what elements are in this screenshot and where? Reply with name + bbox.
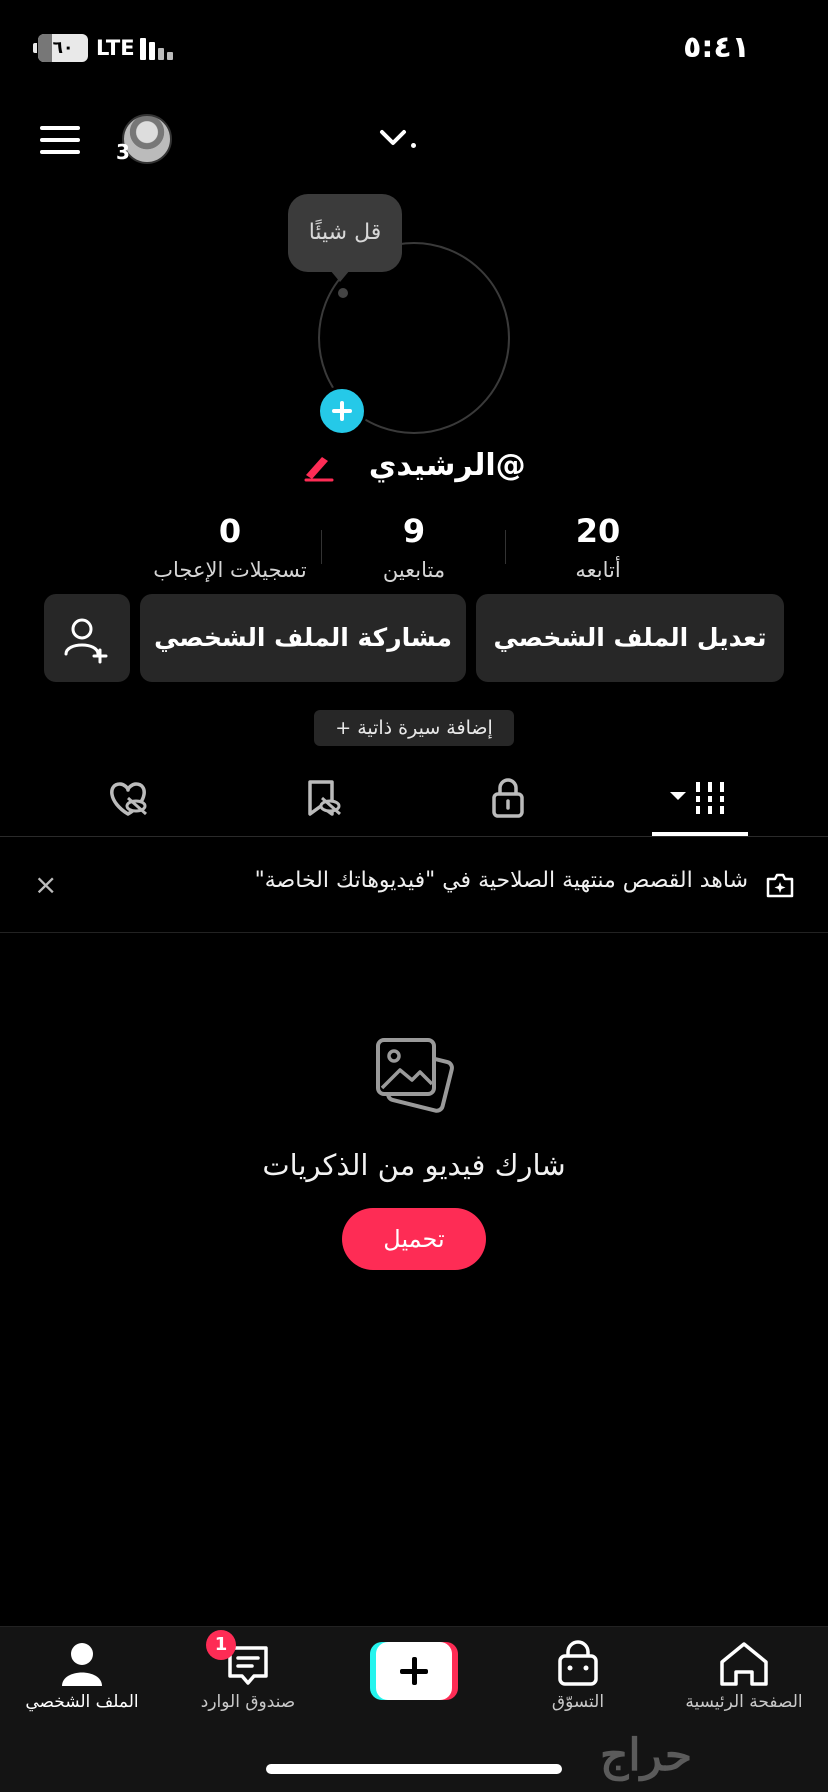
tabs-divider bbox=[0, 836, 828, 837]
upload-button[interactable]: تحميل bbox=[342, 1208, 486, 1270]
nav-inbox-label: صندوق الوارد bbox=[200, 1692, 296, 1712]
stat-likes[interactable]: 0 تسجيلات الإعجاب bbox=[140, 512, 320, 582]
shop-icon bbox=[558, 1640, 598, 1686]
create-icon bbox=[376, 1642, 452, 1700]
battery-level: ٦٠ bbox=[52, 38, 74, 58]
create-button[interactable] bbox=[370, 1642, 458, 1700]
username-row: @الرشيدي bbox=[0, 448, 828, 483]
empty-state-title: شارك فيديو من الذكريات bbox=[262, 1148, 566, 1182]
inbox-badge: 1 bbox=[206, 1630, 236, 1660]
edit-pencil-icon[interactable] bbox=[302, 451, 336, 483]
banner-divider bbox=[0, 932, 828, 933]
battery-icon: ٦٠ bbox=[33, 34, 88, 62]
inbox-icon bbox=[228, 1646, 268, 1685]
banner-message[interactable]: شاهد القصص منتهية الصلاحية في "فيديوهاتك… bbox=[255, 868, 748, 893]
add-user-icon bbox=[64, 618, 108, 664]
status-time: ٥:٤١ bbox=[683, 30, 750, 65]
tab-saved[interactable] bbox=[282, 770, 362, 826]
tab-private[interactable] bbox=[468, 770, 548, 826]
network-type: LTE bbox=[96, 36, 135, 60]
home-indicator[interactable] bbox=[266, 1764, 562, 1774]
username: @الرشيدي bbox=[368, 448, 526, 483]
close-icon[interactable]: × bbox=[34, 868, 57, 902]
account-count: 3 bbox=[116, 140, 130, 164]
lock-icon bbox=[492, 778, 524, 818]
add-photo-button[interactable] bbox=[317, 386, 367, 436]
tab-videos[interactable] bbox=[660, 770, 740, 826]
grid-icon bbox=[670, 782, 726, 814]
stat-following[interactable]: 20 أتابعه bbox=[508, 512, 688, 582]
home-icon bbox=[720, 1642, 768, 1686]
photos-icon bbox=[376, 1038, 454, 1113]
nav-profile-label: الملف الشخصي bbox=[25, 1692, 139, 1712]
say-something-bubble[interactable]: قل شيئًا bbox=[288, 194, 402, 272]
watermark-logo: حراج bbox=[600, 1730, 693, 1781]
followers-label: متابعين bbox=[382, 558, 446, 582]
private-story-icon bbox=[766, 873, 794, 898]
share-profile-button[interactable]: مشاركة الملف الشخصي bbox=[140, 594, 466, 682]
bookmark-hidden-icon bbox=[308, 780, 341, 816]
chevron-down-icon[interactable] bbox=[378, 128, 408, 148]
tab-liked[interactable] bbox=[88, 770, 168, 826]
indicator-dot bbox=[411, 143, 416, 148]
following-label: أتابعه bbox=[575, 558, 621, 582]
nav-home-label: الصفحة الرئيسية bbox=[685, 1692, 803, 1712]
nav-shop-label: التسوّق bbox=[551, 1692, 605, 1712]
followers-count: 9 bbox=[402, 512, 426, 550]
stat-followers[interactable]: 9 متابعين bbox=[324, 512, 504, 582]
menu-icon[interactable] bbox=[40, 124, 80, 156]
heart-hidden-icon bbox=[110, 782, 147, 816]
stat-divider bbox=[505, 530, 506, 564]
profile-icon bbox=[62, 1643, 102, 1686]
bubble-anchor-dot bbox=[338, 288, 348, 298]
add-friend-button[interactable] bbox=[44, 594, 130, 682]
likes-label: تسجيلات الإعجاب bbox=[153, 558, 307, 582]
following-count: 20 bbox=[575, 512, 621, 550]
signal-icon bbox=[140, 38, 178, 60]
likes-count: 0 bbox=[218, 512, 242, 550]
edit-profile-button[interactable]: تعديل الملف الشخصي bbox=[476, 594, 784, 682]
add-bio-button[interactable]: + إضافة سيرة ذاتية bbox=[314, 710, 514, 746]
stat-divider bbox=[321, 530, 322, 564]
